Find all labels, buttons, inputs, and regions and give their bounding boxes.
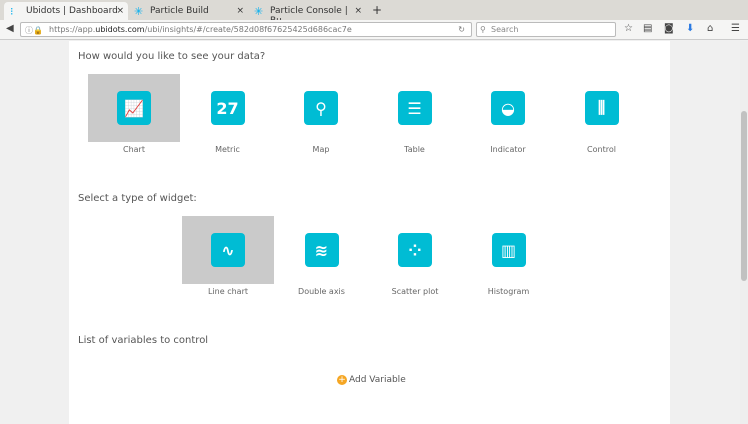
option-background: ◒: [462, 74, 554, 142]
option-indicator[interactable]: ◒ Indicator: [462, 74, 554, 158]
add-variable-label: Add Variable: [349, 375, 406, 385]
indicator-icon: ◒: [491, 91, 525, 125]
option-background: ≋: [276, 216, 368, 284]
option-background: 27: [182, 74, 274, 142]
table-icon: ☰: [397, 91, 432, 125]
option-map[interactable]: ⚲ Map: [275, 74, 367, 158]
tab-particle-build[interactable]: ✳ Particle Build ×: [128, 2, 248, 20]
metric-icon: 27: [210, 91, 245, 125]
section-title-variables: List of variables to control: [78, 335, 209, 346]
scrollbar-thumb[interactable]: [741, 111, 747, 281]
option-label: Chart: [123, 145, 145, 154]
reading-list-icon[interactable]: ▤: [643, 23, 652, 34]
option-background: 📈: [88, 74, 180, 142]
plus-circle-icon: +: [337, 375, 347, 385]
histogram-icon: ▥: [491, 233, 526, 267]
close-tab-icon[interactable]: ×: [236, 6, 244, 16]
option-label: Double axis: [298, 287, 345, 296]
search-input[interactable]: ⚲ Search: [476, 22, 616, 37]
close-tab-icon[interactable]: ×: [116, 6, 124, 16]
option-label: Control: [587, 145, 616, 154]
option-background: ☰: [369, 74, 461, 142]
back-button[interactable]: ◀: [6, 23, 14, 34]
option-double-axis[interactable]: ≋ Double axis: [276, 216, 368, 300]
option-background: ▥: [463, 216, 555, 284]
url-domain: ubidots.com: [95, 25, 145, 34]
option-label: Map: [312, 145, 330, 154]
option-background: ⫼: [556, 74, 648, 142]
option-label: Metric: [215, 145, 240, 154]
chart-icon: 📈: [117, 91, 151, 125]
map-icon: ⚲: [304, 91, 338, 125]
tab-title: Particle Build: [150, 6, 209, 16]
url-path: /ubi/insights/#/create/582d08f67625425d6…: [144, 25, 352, 34]
tab-title: Ubidots | Dashboard: [26, 6, 118, 16]
search-placeholder: Search: [491, 25, 519, 34]
add-variable-button[interactable]: + Add Variable: [337, 375, 406, 385]
home-icon[interactable]: ⌂: [707, 23, 713, 34]
menu-icon[interactable]: ☰: [731, 23, 740, 34]
tab-bar: ⁝ Ubidots | Dashboard × ✳ Particle Build × ✳…: [0, 0, 748, 26]
option-background: ∿: [182, 216, 274, 284]
close-tab-icon[interactable]: ×: [354, 6, 362, 16]
reload-icon[interactable]: ↻: [458, 25, 465, 34]
scatter-plot-icon: ⁘: [398, 233, 432, 267]
option-background: ⁘: [369, 216, 461, 284]
option-histogram[interactable]: ▥ Histogram: [463, 216, 555, 300]
download-icon[interactable]: ⬇: [686, 23, 694, 34]
new-tab-button[interactable]: +: [366, 2, 386, 20]
option-scatter-plot[interactable]: ⁘ Scatter plot: [369, 216, 461, 300]
ubidots-favicon-icon: ⁝: [10, 5, 14, 18]
pocket-icon[interactable]: ◙: [664, 23, 674, 34]
tab-particle-console[interactable]: ✳Particle Console | Bu...×: [248, 2, 366, 26]
url-bar[interactable]: ⓘ🔒 https://app.ubidots.com/ubi/insights/#…: [20, 22, 472, 37]
option-line-chart[interactable]: ∿ Line chart: [182, 216, 274, 300]
option-chart[interactable]: 📈 Chart: [88, 74, 180, 158]
search-icon: ⚲: [480, 25, 486, 34]
option-label: Line chart: [207, 287, 248, 296]
particle-favicon-icon: ✳: [254, 5, 264, 18]
section-title-widget-type: Select a type of widget:: [78, 193, 197, 204]
option-label: Indicator: [490, 145, 526, 154]
scrollbar[interactable]: [740, 41, 748, 424]
option-label: Table: [404, 145, 425, 154]
option-control[interactable]: ⫼ Control: [556, 74, 648, 158]
double-axis-icon: ≋: [304, 233, 339, 267]
option-background: ⚲: [275, 74, 367, 142]
navigation-bar: ◀ ⓘ🔒 https://app.ubidots.com/ubi/insights…: [0, 20, 748, 40]
section-title-data-view: How would you like to see your data?: [78, 51, 266, 62]
bookmark-star-icon[interactable]: ☆: [624, 23, 633, 34]
option-table[interactable]: ☰ Table: [369, 74, 461, 158]
site-info-icon[interactable]: ⓘ🔒: [25, 25, 43, 36]
line-chart-icon: ∿: [211, 233, 245, 267]
particle-favicon-icon: ✳: [134, 5, 144, 18]
option-label: Scatter plot: [391, 287, 439, 296]
option-label: Histogram: [487, 287, 530, 296]
control-icon: ⫼: [584, 91, 619, 125]
tab-ubidots[interactable]: ⁝ Ubidots | Dashboard ×: [4, 2, 128, 20]
widget-creator: How would you like to see your data? 📈 Ch…: [69, 41, 670, 424]
option-metric[interactable]: 27 Metric: [182, 74, 274, 158]
url-prefix: https://app.: [49, 25, 96, 34]
